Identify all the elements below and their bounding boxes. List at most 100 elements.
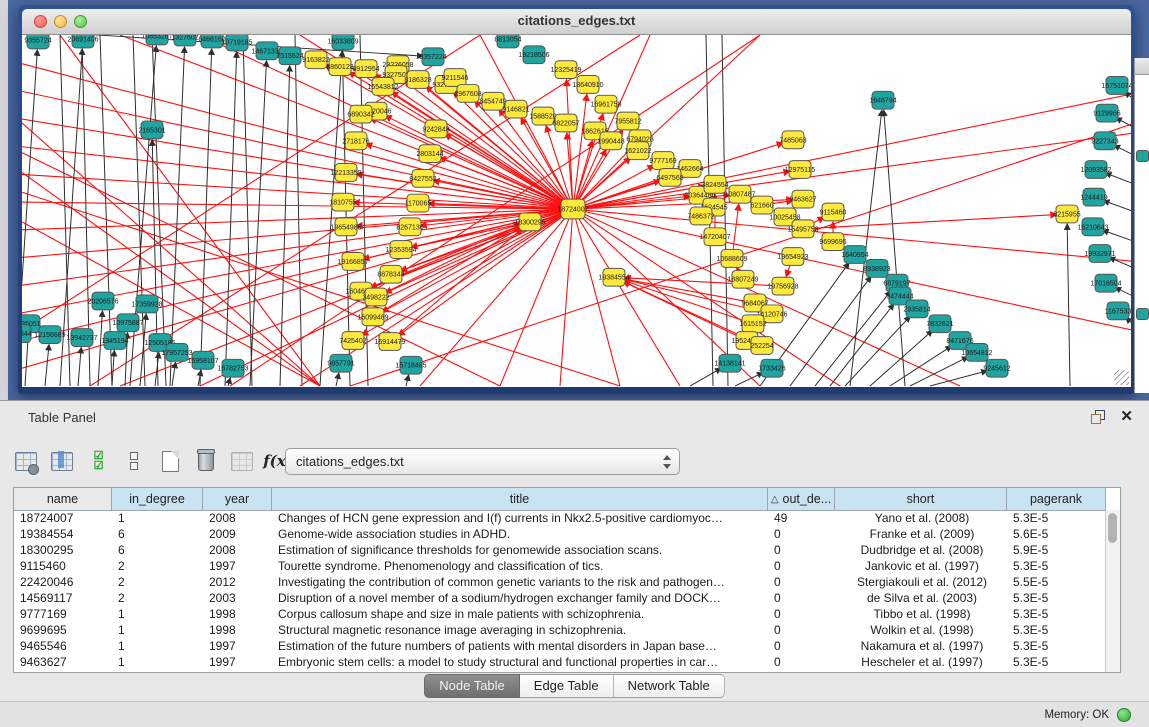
- table-cell[interactable]: Disruption of a novel member of a sodium…: [272, 590, 768, 606]
- table-row[interactable]: 1456911722003Disruption of a novel membe…: [14, 590, 1106, 606]
- citation-edge[interactable]: [243, 35, 252, 386]
- table-cell[interactable]: 1997: [203, 638, 272, 654]
- table-cell[interactable]: 5.3E-5: [1007, 558, 1106, 574]
- table-cell[interactable]: Franke et al. (2009): [835, 526, 1007, 542]
- table-cell[interactable]: Structural magnetic resonance image aver…: [272, 622, 768, 638]
- table-cell[interactable]: 18724007: [14, 510, 112, 526]
- table-cell[interactable]: 5.3E-5: [1007, 606, 1106, 622]
- table-cell[interactable]: 2008: [203, 510, 272, 526]
- table-cell[interactable]: Nakamura et al. (1997): [835, 638, 1007, 654]
- citation-edge[interactable]: [228, 378, 230, 386]
- citation-edge[interactable]: [1103, 201, 1131, 212]
- table-cell[interactable]: 14569117: [14, 590, 112, 606]
- create-column-icon[interactable]: [158, 449, 182, 473]
- table-cell[interactable]: Estimation of the future numbers of pati…: [272, 638, 768, 654]
- column-header-pagerank[interactable]: pagerank: [1007, 488, 1106, 510]
- scrollbar-thumb[interactable]: [1108, 513, 1117, 543]
- float-panel-icon[interactable]: [1091, 410, 1105, 423]
- table-cell[interactable]: 0: [768, 638, 835, 654]
- table-cell[interactable]: 0: [768, 558, 835, 574]
- table-cell[interactable]: Changes of HCN gene expression and I(f) …: [272, 510, 768, 526]
- table-cell[interactable]: Yano et al. (2008): [835, 510, 1007, 526]
- citation-edge[interactable]: [1067, 224, 1070, 386]
- citation-edge[interactable]: [336, 373, 339, 386]
- column-header-in_degree[interactable]: in_degree: [112, 488, 203, 510]
- citation-edge[interactable]: [1102, 230, 1131, 242]
- delete-table-icon[interactable]: [230, 449, 254, 473]
- table-cell[interactable]: 5.6E-5: [1007, 526, 1106, 542]
- table-cell[interactable]: Wolkin et al. (1998): [835, 622, 1007, 638]
- citation-edge[interactable]: [890, 346, 952, 386]
- citation-edge[interactable]: [376, 226, 521, 297]
- network-window-titlebar[interactable]: citations_edges.txt: [22, 9, 1131, 35]
- citation-edge[interactable]: [884, 110, 905, 386]
- table-cell[interactable]: 19384554: [14, 526, 112, 542]
- table-cell[interactable]: Tibbo et al. (1998): [835, 606, 1007, 622]
- citation-edge[interactable]: [230, 35, 760, 386]
- table-row[interactable]: 1830029562008Estimation of significance …: [14, 542, 1106, 558]
- table-cell[interactable]: 1: [112, 638, 203, 654]
- table-cell[interactable]: 1: [112, 606, 203, 622]
- citation-edge[interactable]: [930, 371, 987, 386]
- table-cell[interactable]: 2012: [203, 574, 272, 590]
- table-cell[interactable]: 49: [768, 510, 835, 526]
- table-cell[interactable]: Corpus callosum shape and size in male p…: [272, 606, 768, 622]
- table-cell[interactable]: 1998: [203, 606, 272, 622]
- table-cell[interactable]: 5.3E-5: [1007, 638, 1106, 654]
- table-cell[interactable]: 22420046: [14, 574, 112, 590]
- citation-edge[interactable]: [22, 64, 573, 209]
- citation-edge[interactable]: [690, 368, 721, 386]
- table-cell[interactable]: 5.5E-5: [1007, 574, 1106, 590]
- table-cell[interactable]: 0: [768, 654, 835, 670]
- citation-edge[interactable]: [60, 35, 320, 386]
- table-cell[interactable]: 0: [768, 622, 835, 638]
- table-row[interactable]: 977716911998Corpus callosum shape and si…: [14, 606, 1106, 622]
- tab-network-table[interactable]: Network Table: [614, 674, 725, 698]
- delete-column-icon[interactable]: [194, 449, 218, 473]
- table-cell[interactable]: 9699695: [14, 622, 112, 638]
- table-cell[interactable]: 6: [112, 542, 203, 558]
- table-cell[interactable]: Hescheler et al. (1997): [835, 654, 1007, 670]
- table-row[interactable]: 946554611997Estimation of the future num…: [14, 638, 1106, 654]
- table-cell[interactable]: 2009: [203, 526, 272, 542]
- table-cell[interactable]: 2: [112, 590, 203, 606]
- citation-edge[interactable]: [845, 316, 910, 386]
- citation-edge[interactable]: [78, 347, 81, 386]
- column-header-short[interactable]: short: [835, 488, 1007, 510]
- citation-edge[interactable]: [1105, 173, 1131, 184]
- table-cell[interactable]: 6: [112, 526, 203, 542]
- table-cell[interactable]: 0: [768, 542, 835, 558]
- table-cell[interactable]: Genome-wide association studies in ADHD.: [272, 526, 768, 542]
- table-cell[interactable]: 1997: [203, 558, 272, 574]
- citation-edge[interactable]: [735, 373, 763, 386]
- table-cell[interactable]: 1: [112, 622, 203, 638]
- table-row[interactable]: 1872400712008Changes of HCN gene express…: [14, 510, 1106, 526]
- column-header-out_de[interactable]: △out_de...: [768, 488, 835, 510]
- deselect-all-icon[interactable]: [122, 449, 146, 473]
- table-cell[interactable]: 5.9E-5: [1007, 542, 1106, 558]
- citation-edge[interactable]: [225, 52, 237, 386]
- resize-grip-icon[interactable]: [1114, 370, 1129, 385]
- table-row[interactable]: 1938455462009Genome-wide association stu…: [14, 526, 1106, 542]
- column-header-title[interactable]: title: [272, 488, 768, 510]
- citation-edge[interactable]: [45, 344, 49, 386]
- tab-edge-table[interactable]: Edge Table: [520, 674, 614, 698]
- table-cell[interactable]: 5.3E-5: [1007, 654, 1106, 670]
- table-cell[interactable]: 0: [768, 606, 835, 622]
- table-select-dropdown[interactable]: citations_edges.txt: [285, 448, 680, 475]
- close-panel-icon[interactable]: ✕: [1120, 407, 1133, 425]
- table-cell[interactable]: de Silva et al. (2003): [835, 590, 1007, 606]
- citation-edge[interactable]: [406, 375, 409, 386]
- memory-status-icon[interactable]: [1117, 708, 1131, 722]
- table-cell[interactable]: 0: [768, 526, 835, 542]
- citation-edge[interactable]: [200, 49, 212, 386]
- vertical-scrollbar[interactable]: [1105, 510, 1120, 672]
- citation-edge[interactable]: [910, 357, 968, 386]
- table-cell[interactable]: 2: [112, 574, 203, 590]
- citation-edge[interactable]: [295, 35, 302, 386]
- tab-node-table[interactable]: Node Table: [424, 674, 520, 698]
- table-cell[interactable]: Stergiakouli et al. (2012): [835, 574, 1007, 590]
- citation-edge[interactable]: [1114, 145, 1131, 155]
- citation-edge[interactable]: [815, 291, 891, 386]
- citation-edge[interactable]: [1109, 257, 1131, 268]
